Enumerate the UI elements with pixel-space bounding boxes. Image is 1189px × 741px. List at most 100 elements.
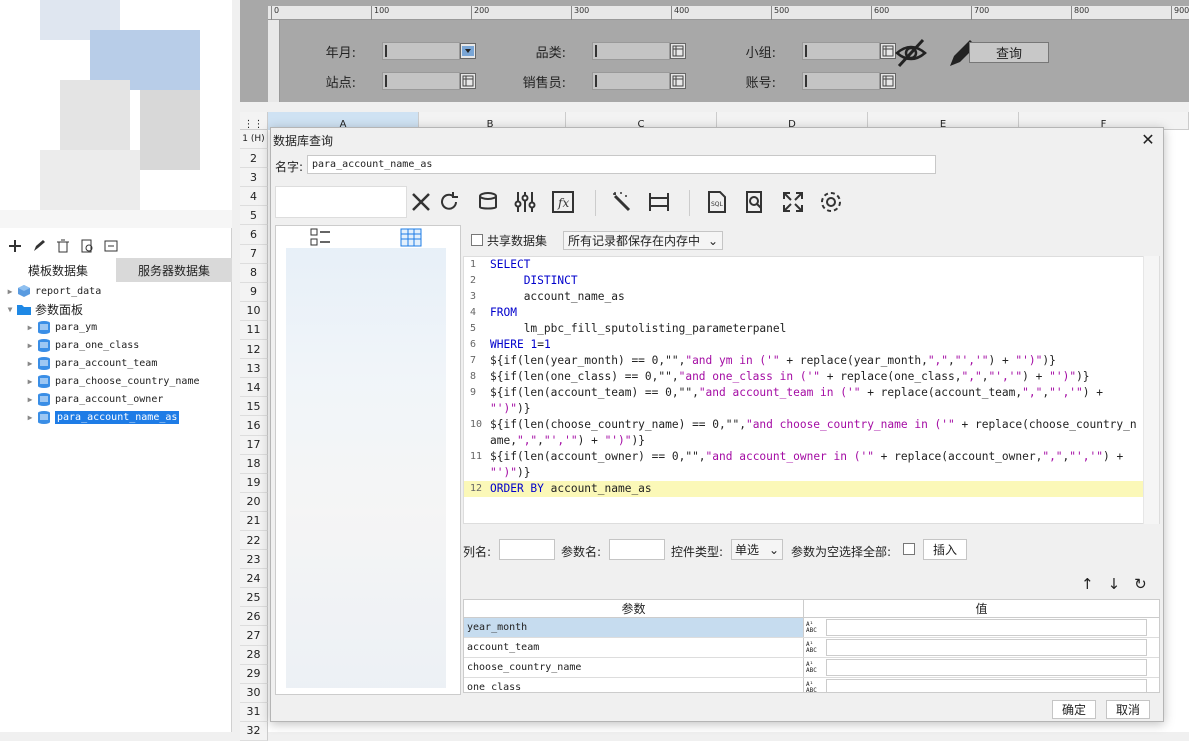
table-row[interactable]: choose_country_name A¹ ABC [464, 658, 1159, 678]
param-value-cell[interactable] [826, 619, 1147, 636]
dropdown-icon[interactable] [460, 43, 476, 59]
column-name-input[interactable] [499, 539, 555, 560]
refresh-icon[interactable] [435, 188, 463, 216]
add-icon[interactable] [6, 237, 24, 255]
row-header-cell[interactable]: 10 [240, 301, 268, 321]
control-type-select[interactable]: 单选 ⌄ [731, 539, 783, 560]
insert-button[interactable]: 插入 [923, 539, 967, 560]
row-header-cell[interactable]: 17 [240, 435, 268, 455]
tools-icon[interactable] [407, 188, 435, 216]
param-value-cell[interactable] [826, 659, 1147, 676]
tab-server-dataset[interactable]: 服务器数据集 [116, 258, 232, 282]
row-header-cell[interactable]: 11 [240, 320, 268, 341]
select-all-corner[interactable]: ⋮⋮ [240, 112, 268, 130]
preview-icon[interactable] [78, 237, 96, 255]
chevron-right-icon[interactable]: ▶ [4, 287, 16, 296]
reset-icon[interactable]: ↻ [1134, 575, 1147, 593]
row-header-cell[interactable]: 7 [240, 244, 268, 264]
calendar-icon[interactable] [670, 73, 686, 89]
row-header-cell[interactable]: 18 [240, 454, 268, 474]
tree-item[interactable]: ▶ para_account_name_as [0, 408, 232, 426]
hide-icon[interactable] [894, 36, 928, 70]
row-header-cell[interactable]: 8 [240, 263, 268, 283]
tree-item[interactable]: ▶ para_choose_country_name [0, 372, 232, 390]
row-header-cell[interactable]: 12 [240, 340, 268, 360]
row-header-cell[interactable]: 26 [240, 607, 268, 627]
tree-item[interactable]: ▶ para_account_team [0, 354, 232, 372]
type-abc-icon[interactable]: A¹ ABC [804, 678, 826, 692]
chevron-right-icon[interactable]: ▶ [24, 395, 36, 404]
row-header-cell[interactable]: 25 [240, 588, 268, 608]
type-abc-icon[interactable]: A¹ ABC [804, 658, 826, 677]
magic-wand-icon[interactable] [609, 188, 637, 216]
param-value-cell[interactable] [826, 639, 1147, 656]
row-header-cell[interactable]: 24 [240, 569, 268, 589]
share-dataset-checkbox[interactable] [471, 234, 483, 246]
tree-item[interactable]: ▼ 参数面板 [0, 300, 232, 318]
row-header-cell[interactable]: 1 (H) [240, 130, 268, 150]
edit-icon[interactable] [30, 237, 48, 255]
table-row[interactable]: year_month A¹ ABC [464, 618, 1159, 638]
row-header-cell[interactable]: 31 [240, 702, 268, 722]
param-name-input[interactable] [609, 539, 665, 560]
row-header-cell[interactable]: 13 [240, 359, 268, 379]
table-row[interactable]: account_team A¹ ABC [464, 638, 1159, 658]
chevron-right-icon[interactable]: ▶ [24, 359, 36, 368]
cancel-button[interactable]: 取消 [1106, 700, 1150, 719]
row-header-cell[interactable]: 16 [240, 416, 268, 436]
tree-item[interactable]: ▶ para_one_class [0, 336, 232, 354]
cache-mode-select[interactable]: 所有记录都保存在内存中 ⌄ [563, 231, 723, 250]
settings-gear-icon[interactable] [817, 188, 845, 216]
row-header-cell[interactable]: 5 [240, 206, 268, 226]
empty-select-all-checkbox[interactable] [903, 543, 915, 555]
param-input[interactable] [382, 42, 460, 60]
preview-search-icon[interactable] [741, 188, 769, 216]
tree-item[interactable]: ▶ para_account_owner [0, 390, 232, 408]
row-header-cell[interactable]: 27 [240, 626, 268, 646]
params-icon[interactable] [511, 188, 539, 216]
row-header-cell[interactable]: 21 [240, 511, 268, 531]
arrow-up-icon[interactable]: ↑ [1081, 575, 1094, 593]
formula-icon[interactable]: fx [549, 188, 577, 216]
calendar-icon[interactable] [460, 73, 476, 89]
column-width-icon[interactable] [645, 188, 673, 216]
chevron-right-icon[interactable]: ▶ [24, 323, 36, 332]
editor-scrollbar[interactable] [1143, 256, 1159, 524]
calendar-icon[interactable] [880, 73, 896, 89]
param-input[interactable] [802, 42, 880, 60]
type-abc-icon[interactable]: A¹ ABC [804, 618, 826, 637]
param-input[interactable] [802, 72, 880, 90]
delete-icon[interactable] [54, 237, 72, 255]
row-header-cell[interactable]: 20 [240, 492, 268, 512]
list-view-icon[interactable] [310, 228, 332, 248]
row-header-cell[interactable]: 22 [240, 530, 268, 551]
query-button[interactable]: 查询 [969, 42, 1049, 63]
row-header-cell[interactable]: 14 [240, 378, 268, 398]
edit-dataset-icon[interactable] [102, 237, 120, 255]
expand-icon[interactable] [779, 188, 807, 216]
grid-view-icon[interactable] [400, 228, 422, 248]
name-input[interactable]: para_account_name_as [307, 155, 936, 174]
row-header-cell[interactable]: 29 [240, 664, 268, 684]
row-header-cell[interactable]: 32 [240, 721, 268, 741]
row-header-cell[interactable]: 2 [240, 149, 268, 169]
row-header-cell[interactable]: 6 [240, 225, 268, 245]
row-header-cell[interactable]: 19 [240, 473, 268, 493]
param-value-cell[interactable] [826, 679, 1147, 692]
sql-file-icon[interactable]: SQL [703, 188, 731, 216]
type-abc-icon[interactable]: A¹ ABC [804, 638, 826, 657]
row-header-cell[interactable]: 9 [240, 282, 268, 302]
tree-item[interactable]: ▶ report_data [0, 282, 232, 300]
table-row[interactable]: one_class A¹ ABC [464, 678, 1159, 692]
row-header-cell[interactable]: 15 [240, 397, 268, 417]
sql-editor[interactable]: 1 SELECT 2 DISTINCT 3 account_name_as 4 FROM 5… [463, 256, 1160, 524]
param-input[interactable] [592, 42, 670, 60]
chevron-down-icon[interactable]: ▼ [4, 305, 16, 314]
param-input[interactable] [382, 72, 460, 90]
ok-button[interactable]: 确定 [1052, 700, 1096, 719]
arrow-down-icon[interactable]: ↓ [1108, 575, 1121, 593]
close-icon[interactable]: ✕ [1139, 130, 1157, 149]
database-sql-icon[interactable] [475, 188, 503, 216]
connection-select[interactable] [275, 186, 407, 218]
tab-template-dataset[interactable]: 模板数据集 [0, 258, 116, 282]
